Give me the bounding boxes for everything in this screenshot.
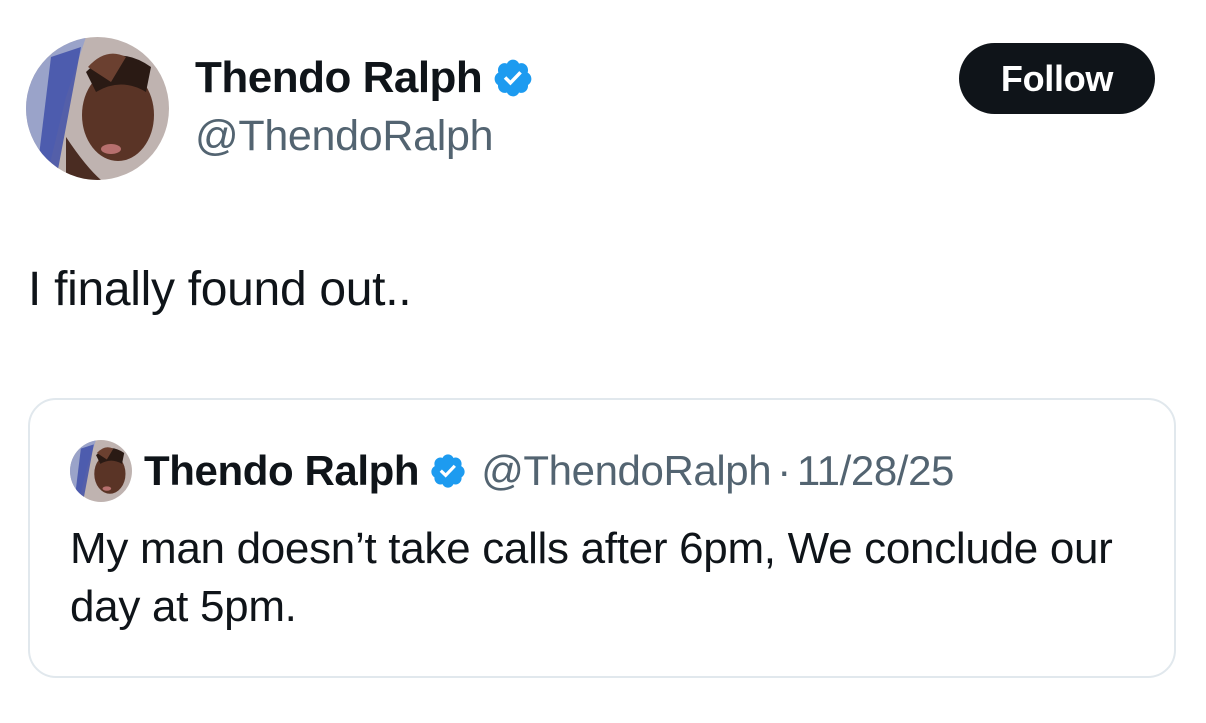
author-handle[interactable]: @ThendoRalph (195, 112, 494, 161)
follow-button[interactable]: Follow (959, 43, 1155, 114)
separator-dot: · (777, 447, 791, 494)
quoted-author-avatar[interactable] (70, 440, 132, 502)
author-display-name[interactable]: Thendo Ralph (195, 53, 483, 103)
author-name-row: Thendo Ralph (195, 50, 534, 106)
verified-badge-icon (429, 452, 467, 490)
quoted-author-handle[interactable]: @ThendoRalph (481, 447, 771, 495)
author-avatar[interactable] (26, 37, 169, 180)
avatar-image (26, 37, 169, 180)
verified-badge-icon (492, 57, 534, 99)
tweet-card: Thendo Ralph @ThendoRalph Follow I final… (0, 0, 1206, 723)
quoted-tweet-text: My man doesn’t take calls after 6pm, We … (70, 524, 1113, 631)
quoted-avatar-image (70, 440, 132, 502)
tweet-text: I finally found out.. (28, 263, 412, 316)
quoted-tweet-date[interactable]: 11/28/25 (797, 447, 955, 495)
quoted-tweet[interactable]: Thendo Ralph @ThendoRalph · 11/28/25 My … (28, 398, 1176, 678)
quoted-tweet-header: Thendo Ralph @ThendoRalph · 11/28/25 (144, 444, 954, 498)
quoted-author-name[interactable]: Thendo Ralph (144, 447, 420, 495)
